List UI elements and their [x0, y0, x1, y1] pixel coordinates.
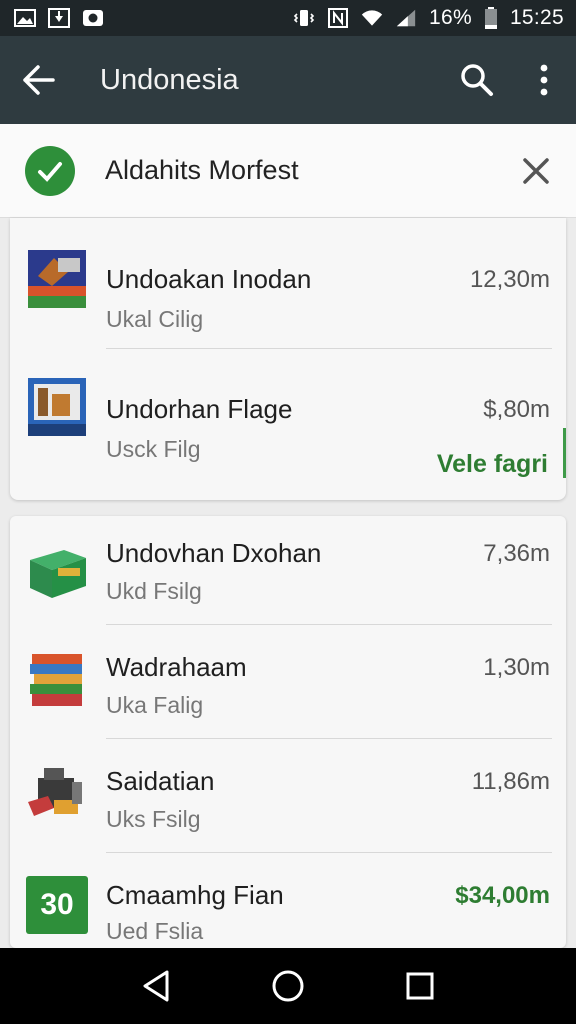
page-title: Undonesia: [100, 63, 239, 96]
product-box-icon: [24, 374, 90, 440]
wifi-icon: [361, 8, 383, 28]
item-name: Undorhan Flage: [106, 394, 293, 424]
list-item[interactable]: Saidatian Uks Fsilg 11,86m: [10, 740, 566, 854]
item-name: Undovhan Dxohan: [106, 538, 322, 568]
machine-icon: [24, 760, 90, 826]
view-more-link[interactable]: Vele fagri: [437, 450, 548, 479]
notice-text: Aldahits Morfest: [105, 155, 299, 185]
list-item[interactable]: Wadrahaam Uka Falig 1,30m: [10, 626, 566, 740]
results-card-1: Undoakan Inodan Ukal Cilig 12,30m Undorh…: [10, 218, 566, 500]
item-subtitle: Uks Fsilg: [106, 806, 201, 832]
search-button[interactable]: [442, 36, 512, 124]
more-options-button[interactable]: [512, 36, 576, 124]
item-name: Saidatian: [106, 766, 215, 796]
item-subtitle: Ukd Fsilg: [106, 578, 202, 604]
green-box-icon: [24, 538, 90, 604]
more-vert-icon: [540, 64, 548, 96]
nav-recents-button[interactable]: [390, 956, 450, 1016]
nfc-icon: [327, 8, 349, 28]
item-subtitle: Usck Filg: [106, 436, 201, 462]
camera-icon: [82, 8, 104, 28]
item-price: 12,30m: [469, 266, 550, 293]
close-icon: [523, 157, 549, 184]
nav-home-button[interactable]: [258, 956, 318, 1016]
clock: 15:25: [509, 6, 564, 29]
item-price: 11,86m: [471, 768, 550, 795]
item-subtitle: Uka Falig: [106, 692, 204, 718]
battery-percent: 16%: [429, 6, 472, 29]
list-item[interactable]: Undoakan Inodan Ukal Cilig 12,30m: [10, 238, 566, 358]
back-button[interactable]: [0, 36, 80, 124]
item-name: Wadrahaam: [106, 652, 247, 682]
book-stack-icon: [24, 648, 90, 714]
triangle-back-icon: [143, 970, 169, 1002]
search-icon: [461, 64, 493, 96]
dismiss-button[interactable]: [496, 124, 576, 218]
back-arrow-icon: [23, 65, 55, 95]
item-price: 7,36m: [483, 540, 550, 567]
divider: [106, 738, 552, 739]
divider: [106, 348, 552, 349]
list-item[interactable]: Undovhan Dxohan Ukd Fsilg 7,36m: [10, 516, 566, 626]
badge-label: 30: [40, 888, 74, 921]
app-bar: Undonesia: [0, 36, 576, 124]
item-name: Cmaamhg Fian: [106, 880, 284, 910]
battery-icon: [484, 7, 498, 29]
item-subtitle: Ukal Cilig: [106, 306, 204, 332]
badge-30-icon: 30: [26, 876, 88, 934]
square-recents-icon: [406, 972, 434, 1000]
list-item[interactable]: 30 Cmaamhg Fian Ued Fslia $34,00m: [10, 854, 566, 948]
download-icon: [48, 8, 70, 28]
vibrate-icon: [293, 8, 315, 28]
nav-back-button[interactable]: [126, 956, 186, 1016]
results-card-2: Undovhan Dxohan Ukd Fsilg 7,36m Wadrahaa…: [10, 516, 566, 948]
check-circle-icon: [25, 145, 75, 196]
item-price: $,80m: [483, 396, 550, 423]
item-price: $34,00m: [455, 882, 550, 909]
product-box-icon: [24, 246, 90, 312]
status-bar: 16% 15:25: [0, 0, 576, 36]
item-price: 1,30m: [483, 654, 550, 681]
item-name: Undoakan Inodan: [106, 264, 312, 294]
link-accent: [563, 428, 566, 478]
image-icon: [14, 8, 36, 28]
circle-home-icon: [272, 970, 304, 1002]
signal-icon: [395, 8, 417, 28]
divider: [106, 852, 552, 853]
item-subtitle: Ued Fslia: [106, 918, 204, 944]
notice-banner: Aldahits Morfest: [0, 124, 576, 218]
system-nav-bar: [0, 948, 576, 1024]
divider: [106, 624, 552, 625]
